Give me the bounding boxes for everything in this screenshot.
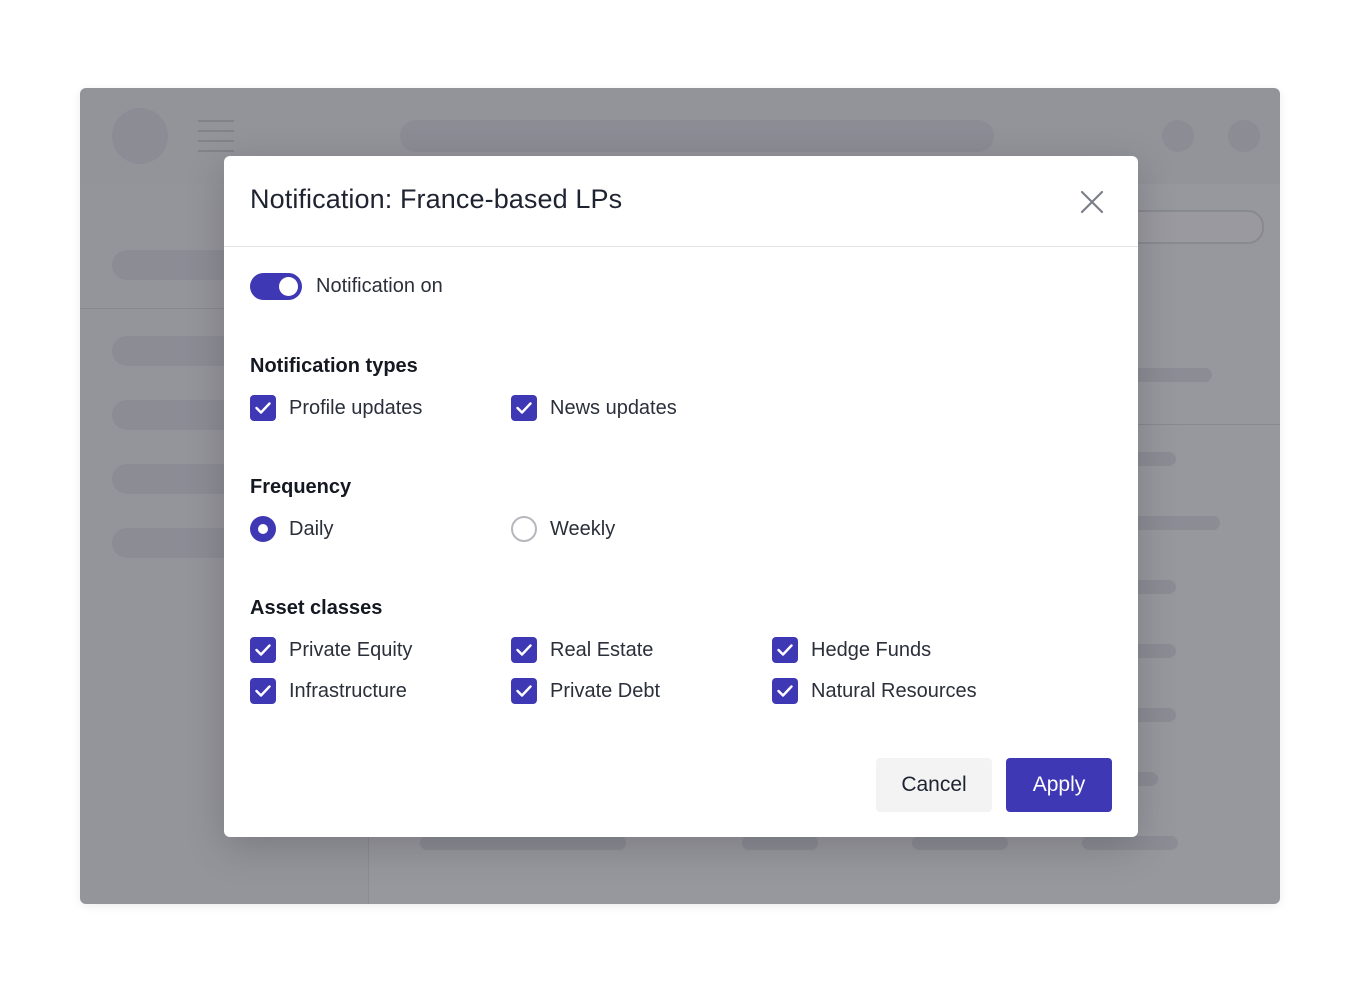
modal-header: Notification: France-based LPs	[224, 156, 1138, 247]
radio-label: Weekly	[550, 517, 616, 540]
checkbox-label: Infrastructure	[289, 679, 407, 702]
checkbox-infrastructure[interactable]: Infrastructure	[250, 678, 407, 704]
checkbox-label: Profile updates	[289, 396, 423, 419]
radio-selected-icon	[250, 516, 276, 542]
checkbox-profile-updates[interactable]: Profile updates	[250, 395, 422, 421]
notification-toggle-row: Notification on	[250, 273, 443, 300]
toggle-knob	[279, 277, 298, 296]
section-title-notification-types: Notification types	[250, 355, 418, 377]
check-icon	[511, 395, 537, 421]
checkbox-natural-resources[interactable]: Natural Resources	[772, 678, 977, 704]
checkbox-label: News updates	[550, 396, 677, 419]
checkbox-real-estate[interactable]: Real Estate	[511, 637, 653, 663]
check-icon	[250, 678, 276, 704]
cancel-button[interactable]: Cancel	[876, 758, 992, 812]
checkbox-label: Natural Resources	[811, 679, 977, 702]
checkbox-private-debt[interactable]: Private Debt	[511, 678, 660, 704]
modal-title: Notification: France-based LPs	[250, 184, 623, 214]
section-title-frequency: Frequency	[250, 476, 352, 498]
notification-modal: Notification: France-based LPs Notificat…	[224, 156, 1138, 837]
check-icon	[250, 637, 276, 663]
check-icon	[511, 678, 537, 704]
apply-button[interactable]: Apply	[1006, 758, 1112, 812]
radio-unselected-icon	[511, 516, 537, 542]
checkbox-news-updates[interactable]: News updates	[511, 395, 677, 421]
checkbox-private-equity[interactable]: Private Equity	[250, 637, 412, 663]
checkbox-label: Real Estate	[550, 638, 654, 661]
notification-toggle[interactable]	[250, 273, 302, 300]
check-icon	[250, 395, 276, 421]
check-icon	[511, 637, 537, 663]
radio-daily[interactable]: Daily	[250, 516, 333, 542]
toggle-label: Notification on	[316, 275, 443, 297]
section-title-asset-classes: Asset classes	[250, 597, 383, 619]
checkbox-label: Hedge Funds	[811, 638, 932, 661]
close-icon	[1080, 190, 1104, 214]
checkbox-label: Private Debt	[550, 679, 661, 702]
radio-weekly[interactable]: Weekly	[511, 516, 615, 542]
check-icon	[772, 678, 798, 704]
radio-label: Daily	[289, 517, 334, 540]
close-button[interactable]	[1078, 188, 1106, 216]
check-icon	[772, 637, 798, 663]
checkbox-hedge-funds[interactable]: Hedge Funds	[772, 637, 931, 663]
checkbox-label: Private Equity	[289, 638, 413, 661]
